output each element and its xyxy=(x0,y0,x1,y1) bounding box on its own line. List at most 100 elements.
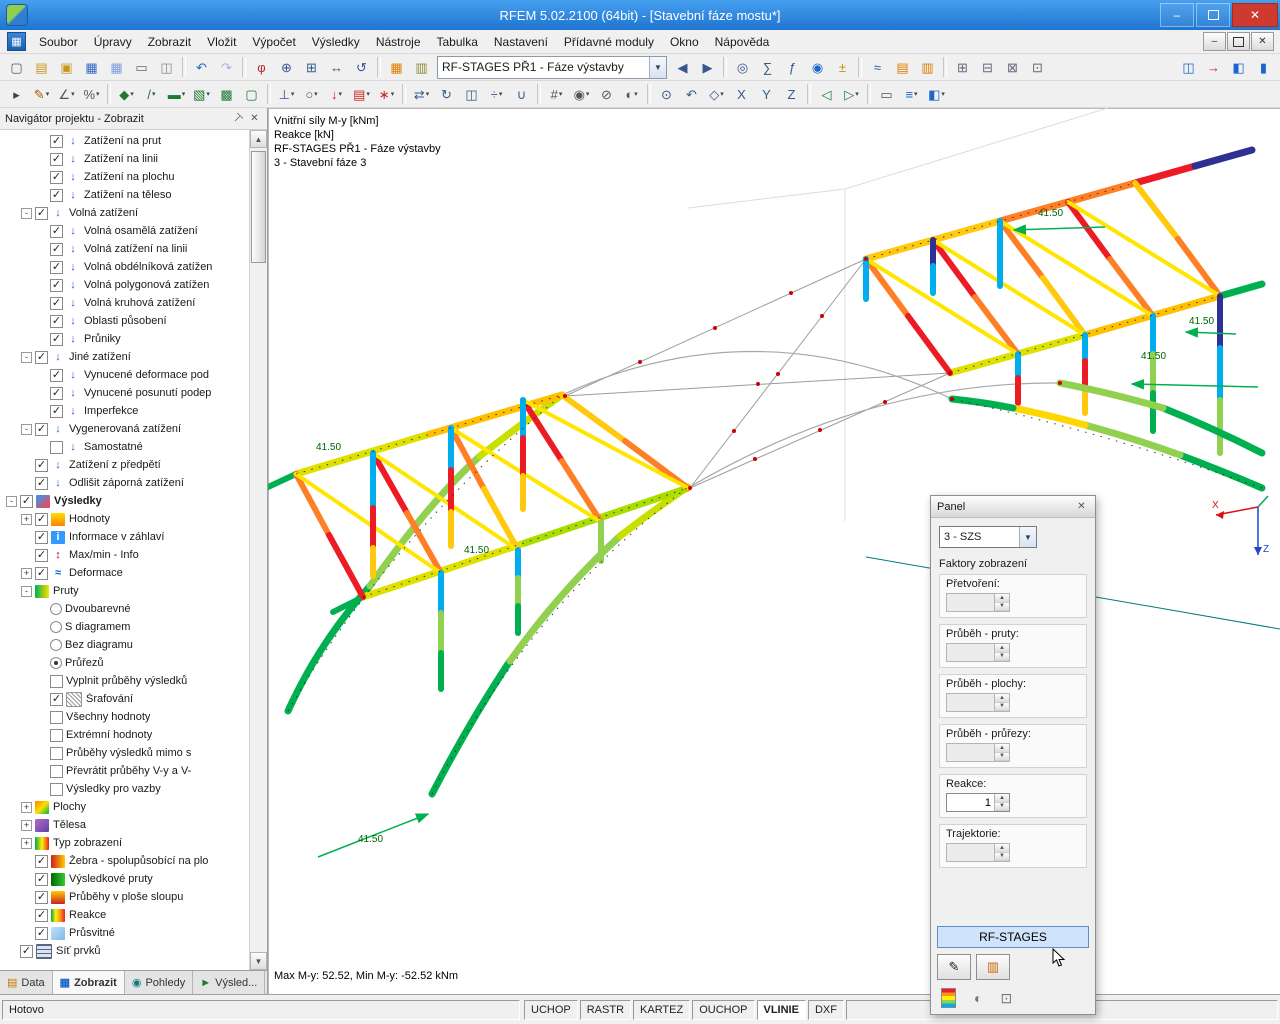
dropdown-caret-icon[interactable]: ▾ xyxy=(391,90,395,98)
print-preview-button[interactable]: ◫ xyxy=(154,55,179,80)
tree-item[interactable]: - ✓ Výsledky xyxy=(0,492,249,510)
zoom-in-button[interactable]: ⊕ xyxy=(274,55,299,80)
edit-mode-button[interactable]: ✎ ▾ xyxy=(29,82,54,107)
render-button[interactable]: ◐ ▾ xyxy=(619,82,644,107)
tree-item[interactable]: ✓ Žebra - spolupůsobící na plo xyxy=(0,852,249,870)
panel-options-button[interactable]: ▥ xyxy=(976,954,1010,980)
result-tables-button[interactable]: ▤ xyxy=(890,55,915,80)
previous-view-button[interactable]: ↺ xyxy=(349,55,374,80)
menu-nastaven-[interactable]: Nastavení xyxy=(486,32,556,52)
color-scale-combo[interactable]: 3 - SZS ▼ xyxy=(939,526,1037,548)
tree-item[interactable]: - Pruty xyxy=(0,582,249,600)
menu-v-sledky[interactable]: Výsledky xyxy=(304,32,368,52)
checkbox[interactable] xyxy=(50,440,63,454)
checkbox[interactable] xyxy=(50,674,63,688)
tree-item[interactable]: ✓ ↓ Imperfekce xyxy=(0,402,249,420)
save-all-button[interactable]: ▦ xyxy=(104,55,129,80)
checkbox[interactable]: ✓ xyxy=(20,944,33,958)
new-surface-button[interactable]: ▧ ▾ xyxy=(189,82,214,107)
tree-item[interactable]: ✓ ↓ Zatížení na plochu xyxy=(0,168,249,186)
checkbox[interactable]: ✓ xyxy=(50,152,63,166)
checkbox[interactable]: ✓ xyxy=(50,332,63,346)
navigator-scrollbar[interactable]: ▲ ▼ xyxy=(249,130,267,970)
radio-button[interactable] xyxy=(50,639,62,651)
snap-dxf-toggle[interactable]: DXF xyxy=(807,999,844,1020)
checkbox[interactable]: ✓ xyxy=(35,476,48,490)
snap-kartez-toggle[interactable]: KARTEZ xyxy=(633,999,691,1020)
tree-item[interactable]: ✓ ↓ Volná kruhová zatížení xyxy=(0,294,249,312)
calculation-button[interactable]: ƒ xyxy=(780,55,805,80)
zoom-window-button[interactable]: ⊞ xyxy=(299,55,324,80)
tree-item[interactable]: ✓ ↓ Vynucené posunutí podep xyxy=(0,384,249,402)
dropdown-caret-icon[interactable]: ▾ xyxy=(206,90,210,98)
display-properties-button[interactable]: ◧ ▾ xyxy=(924,82,949,107)
checkbox[interactable]: ✓ xyxy=(35,854,48,868)
view-y-button[interactable]: Y xyxy=(754,82,779,107)
mirror-button[interactable]: ◫ xyxy=(459,82,484,107)
background-layers-button[interactable]: ≡ ▾ xyxy=(899,82,924,107)
results-next-button[interactable]: ▷ ▾ xyxy=(839,82,864,107)
divide-button[interactable]: ÷ ▾ xyxy=(484,82,509,107)
tree-item[interactable]: + ✓ ≈ Deformace xyxy=(0,564,249,582)
scrollbar-thumb[interactable] xyxy=(251,151,266,263)
spin-up-button[interactable]: ▲ xyxy=(995,794,1009,803)
open-model-button[interactable]: ▣ xyxy=(54,55,79,80)
checkbox[interactable]: ✓ xyxy=(35,926,48,940)
zoom-all-button[interactable]: ⊙ xyxy=(654,82,679,107)
checkbox[interactable]: ✓ xyxy=(50,170,63,184)
model-canvas[interactable]: Vnitřní síly M-y [kNm] Reakce [kN] RF-ST… xyxy=(268,108,1280,994)
tree-item[interactable]: Všechny hodnoty xyxy=(0,708,249,726)
checkbox[interactable]: ✓ xyxy=(20,494,33,508)
menu-v-po-et[interactable]: Výpočet xyxy=(244,32,303,52)
numbering-button[interactable]: # ▾ xyxy=(544,82,569,107)
view-iso-button[interactable]: ◇ ▾ xyxy=(704,82,729,107)
tree-item[interactable]: ✓ i Informace v záhlaví xyxy=(0,528,249,546)
tree-item[interactable]: + Tělesa xyxy=(0,816,249,834)
combo-dropdown-icon[interactable]: ▼ xyxy=(649,56,666,78)
view-z-button[interactable]: Z xyxy=(779,82,804,107)
calculate-all-button[interactable]: ∑ xyxy=(755,55,780,80)
menu-soubor[interactable]: Soubor xyxy=(31,32,86,52)
redo-button[interactable]: ↷ xyxy=(214,55,239,80)
checkbox[interactable] xyxy=(50,710,63,724)
tree-expander[interactable]: - xyxy=(21,585,32,597)
tree-item[interactable]: ✓ ↓ Zatížení na těleso xyxy=(0,186,249,204)
results-previous-button[interactable]: ◁ xyxy=(814,82,839,107)
checkbox[interactable] xyxy=(50,764,63,778)
checkbox[interactable]: ✓ xyxy=(50,224,63,238)
new-opening-button[interactable]: ▢ xyxy=(239,82,264,107)
dropdown-caret-icon[interactable]: ▾ xyxy=(855,90,859,98)
tree-item[interactable]: ✓ ↓ Zatížení z předpětí xyxy=(0,456,249,474)
zoom-previous-button[interactable]: ↶ xyxy=(679,82,704,107)
check-button[interactable]: ◎ xyxy=(730,55,755,80)
tree-item[interactable]: Extrémní hodnoty xyxy=(0,726,249,744)
snap-ouchop-toggle[interactable]: OUCHOP xyxy=(692,999,755,1020)
tree-item[interactable]: ✓ ↕ Max/min - Info xyxy=(0,546,249,564)
mdi-close-button[interactable]: ✕ xyxy=(1251,32,1274,51)
tree-item[interactable]: ✓ Šrafování xyxy=(0,690,249,708)
dropdown-caret-icon[interactable]: ▾ xyxy=(314,90,318,98)
checkbox[interactable] xyxy=(50,782,63,796)
tree-item[interactable]: ✓ ↓ Volná obdélníková zatížen xyxy=(0,258,249,276)
new-file-button[interactable]: ▢ xyxy=(4,55,29,80)
snap-vlinie-toggle[interactable]: VLINIE xyxy=(756,999,806,1020)
clipping-button[interactable]: ⊘ xyxy=(594,82,619,107)
new-solid-button[interactable]: ▩ xyxy=(214,82,239,107)
checkbox[interactable]: ✓ xyxy=(50,404,63,418)
hinge-button[interactable]: ○ ▾ xyxy=(299,82,324,107)
reakce-spinner[interactable]: ▲▼ xyxy=(946,793,1010,812)
checkbox[interactable]: ✓ xyxy=(35,422,48,436)
checkbox[interactable]: ✓ xyxy=(50,368,63,382)
close-button[interactable]: ✕ xyxy=(1232,3,1278,27)
dropdown-caret-icon[interactable]: ▾ xyxy=(634,90,638,98)
tree-item[interactable]: - ✓ ↓ Jiné zatížení xyxy=(0,348,249,366)
new-member-button[interactable]: ▬ ▾ xyxy=(164,82,189,107)
tree-item[interactable]: ✓ ↓ Volná osamělá zatížení xyxy=(0,222,249,240)
pan-view-button[interactable]: ↔ xyxy=(324,55,349,80)
connect-button[interactable]: ∪ xyxy=(509,82,534,107)
navigator-close-icon[interactable]: ✕ xyxy=(247,111,262,126)
tree-item[interactable]: ✓ ↓ Odlišit záporná zatížení xyxy=(0,474,249,492)
tree-item[interactable]: + ✓ Hodnoty xyxy=(0,510,249,528)
tree-item[interactable]: + Plochy xyxy=(0,798,249,816)
print-tables-button[interactable]: ▥ xyxy=(915,55,940,80)
